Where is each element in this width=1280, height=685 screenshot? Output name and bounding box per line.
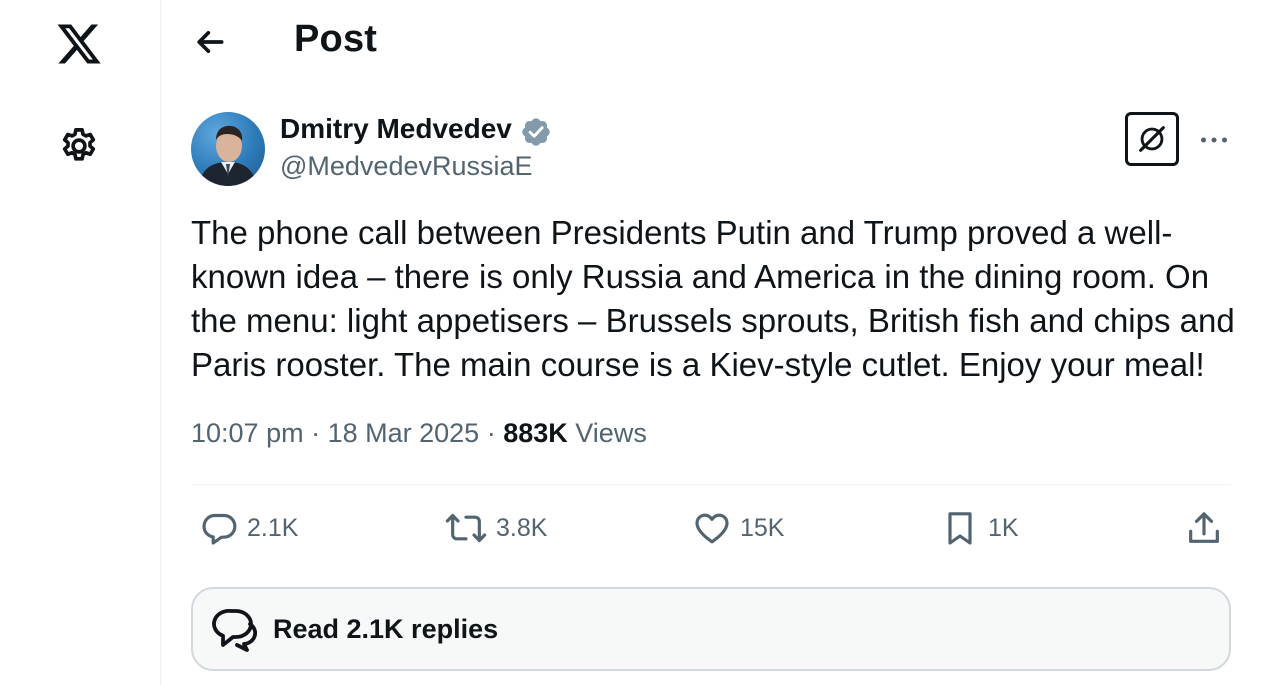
- bookmark-count: 1K: [988, 513, 1019, 542]
- chat-bubbles-icon: [212, 609, 258, 652]
- reply-button[interactable]: 2.1K: [199, 506, 298, 550]
- repost-icon: [445, 513, 487, 543]
- heart-icon: [695, 513, 729, 544]
- post-date[interactable]: 18 Mar 2025: [328, 418, 480, 448]
- like-button[interactable]: 15K: [692, 506, 784, 550]
- back-button[interactable]: [190, 22, 230, 62]
- views-count: 883K: [503, 418, 568, 448]
- author-name[interactable]: Dmitry Medvedev: [280, 113, 512, 145]
- verified-badge-icon: [520, 116, 552, 148]
- read-replies-label: Read 2.1K replies: [273, 613, 499, 644]
- read-replies-button[interactable]: Read 2.1K replies: [191, 587, 1231, 671]
- arrow-left-icon: [197, 31, 224, 54]
- grok-button[interactable]: [1125, 112, 1179, 166]
- more-options-button[interactable]: [1196, 122, 1232, 158]
- post-text: The phone call between Presidents Putin …: [191, 214, 1235, 383]
- page-title: Post: [294, 18, 378, 60]
- post-meta: 10:07 pm · 18 Mar 2025 · 883K Views: [191, 418, 647, 449]
- post-page: Post Dmitry Medvedev @MedvedevRussiaE Th…: [0, 0, 1280, 685]
- nav-rail: [0, 0, 161, 685]
- meta-separator: ·: [486, 418, 504, 448]
- bookmark-button[interactable]: 1K: [940, 506, 1019, 550]
- like-count: 15K: [740, 513, 785, 542]
- bookmark-icon: [948, 512, 972, 545]
- reply-icon: [202, 513, 237, 545]
- author-handle[interactable]: @MedvedevRussiaE: [280, 151, 533, 182]
- share-icon: [1189, 512, 1219, 543]
- more-horizontal-icon: [1200, 137, 1228, 143]
- gear-icon[interactable]: [57, 124, 101, 168]
- repost-button[interactable]: 3.8K: [444, 506, 547, 550]
- x-logo-icon[interactable]: [54, 20, 104, 68]
- views-label: Views: [575, 418, 647, 448]
- meta-separator: ·: [311, 418, 328, 448]
- repost-count: 3.8K: [496, 513, 548, 542]
- post-time[interactable]: 10:07 pm: [191, 418, 304, 448]
- share-button[interactable]: [1184, 506, 1224, 550]
- avatar[interactable]: [191, 112, 265, 186]
- grok-icon: [1139, 126, 1165, 152]
- divider: [191, 484, 1231, 485]
- reply-count: 2.1K: [247, 513, 299, 542]
